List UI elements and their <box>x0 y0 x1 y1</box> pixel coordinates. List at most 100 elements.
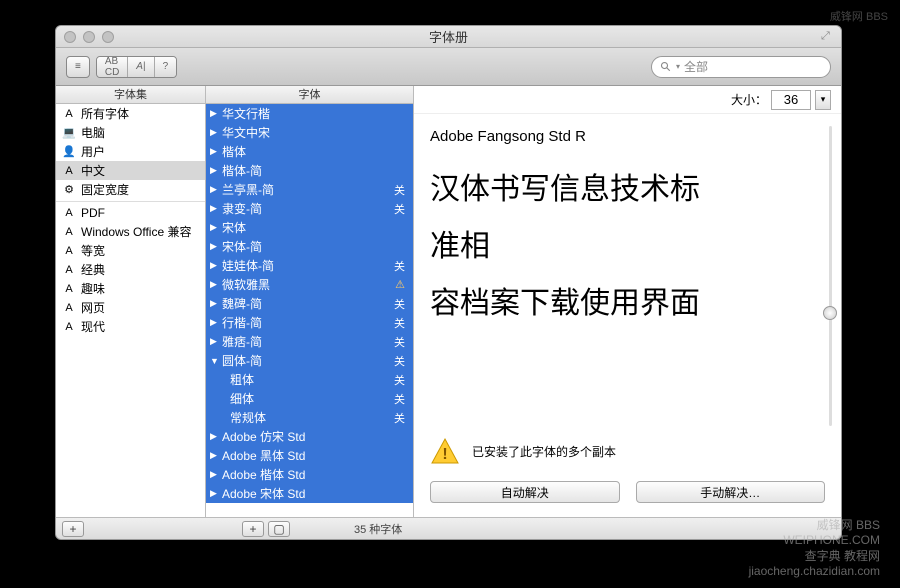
collection-icon: A <box>62 263 76 277</box>
add-collection-button[interactable]: + <box>62 521 84 537</box>
status-text: 35 种字体 <box>354 521 402 537</box>
font-name: Adobe Fangsong Std R <box>430 128 825 145</box>
font-item[interactable]: ▶行楷-简关 <box>206 313 413 332</box>
toolbar: ≡ ABCD A| ? ▾ 全部 <box>56 48 841 86</box>
font-item[interactable]: ▶楷体-简 <box>206 161 413 180</box>
font-item[interactable]: ▼圆体-简关 <box>206 351 413 370</box>
font-label: 粗体 <box>230 371 254 388</box>
font-item[interactable]: 常规体 关 <box>206 408 413 427</box>
disclosure-triangle-icon[interactable]: ▶ <box>210 146 220 157</box>
collection-label: 中文 <box>81 162 105 179</box>
disclosure-triangle-icon[interactable]: ▶ <box>210 336 220 347</box>
view-mode-group: ABCD A| ? <box>96 56 177 78</box>
disclosure-triangle-icon[interactable]: ▶ <box>210 317 220 328</box>
size-slider[interactable] <box>823 126 837 426</box>
disclosure-triangle-icon[interactable]: ▶ <box>210 450 220 461</box>
collection-label: 固定宽度 <box>81 181 129 198</box>
collection-item[interactable]: A现代 <box>56 317 205 336</box>
collections-list[interactable]: A所有字体💻电脑👤用户A中文⚙固定宽度APDFAWindows Office 兼… <box>56 104 205 517</box>
font-label: 华文中宋 <box>222 124 270 141</box>
window-title: 字体册 <box>56 27 841 46</box>
slider-thumb[interactable] <box>823 306 837 320</box>
collection-icon: A <box>62 107 76 121</box>
font-label: 常规体 <box>230 409 266 426</box>
collection-item[interactable]: A趣味 <box>56 279 205 298</box>
collection-icon: 👤 <box>62 145 76 159</box>
font-item[interactable]: ▶魏碑-简关 <box>206 294 413 313</box>
collection-item[interactable]: AWindows Office 兼容 <box>56 222 205 241</box>
collection-label: 趣味 <box>81 280 105 297</box>
collection-item[interactable]: APDF <box>56 201 205 222</box>
font-badge: 关 <box>394 410 405 426</box>
svg-text:!: ! <box>442 446 447 463</box>
disclosure-triangle-icon[interactable]: ▶ <box>210 184 220 195</box>
font-label: Adobe 仿宋 Std <box>222 428 305 445</box>
disclosure-triangle-icon[interactable]: ▶ <box>210 488 220 499</box>
disclosure-triangle-icon[interactable]: ▼ <box>210 356 220 366</box>
size-input[interactable] <box>771 90 811 110</box>
collection-item[interactable]: A中文 <box>56 161 205 180</box>
font-item[interactable]: ▶Adobe 仿宋 Std <box>206 427 413 446</box>
font-label: Adobe 宋体 Std <box>222 485 305 502</box>
font-badge: ⚠ <box>395 278 405 291</box>
disclosure-triangle-icon[interactable]: ▶ <box>210 260 220 271</box>
font-label: 兰亭黑-简 <box>222 181 274 198</box>
auto-resolve-button[interactable]: 自动解决 <box>430 481 620 503</box>
disclosure-triangle-icon[interactable]: ▶ <box>210 108 220 119</box>
disclosure-triangle-icon[interactable]: ▶ <box>210 203 220 214</box>
font-item[interactable]: ▶Adobe 宋体 Std <box>206 484 413 503</box>
collection-icon: A <box>62 206 76 220</box>
disclosure-triangle-icon[interactable]: ▶ <box>210 222 220 233</box>
disclosure-triangle-icon[interactable]: ▶ <box>210 469 220 480</box>
font-item[interactable]: ▶兰亭黑-简关 <box>206 180 413 199</box>
disclosure-triangle-icon[interactable]: ▶ <box>210 298 220 309</box>
font-book-window: 字体册 ⤢ ≡ ABCD A| ? ▾ 全部 字体集 A所有字体💻电脑👤用户A中… <box>55 25 842 540</box>
font-badge: 关 <box>394 353 405 369</box>
fullscreen-icon[interactable]: ⤢ <box>821 30 835 44</box>
fonts-list[interactable]: ▶华文行楷▶华文中宋▶楷体▶楷体-简▶兰亭黑-简关▶隶变-简关▶宋体▶宋体-简▶… <box>206 104 413 517</box>
collection-item[interactable]: A等宽 <box>56 241 205 260</box>
font-item[interactable]: ▶雅痞-简关 <box>206 332 413 351</box>
preview-column: 大小： ▾ Adobe Fangsong Std R 汉体书写信息技术标 准相 … <box>414 86 841 517</box>
collection-item[interactable]: 👤用户 <box>56 142 205 161</box>
font-item[interactable]: ▶华文行楷 <box>206 104 413 123</box>
disclosure-triangle-icon[interactable]: ▶ <box>210 241 220 252</box>
resolve-buttons: 自动解决 手动解决… <box>414 475 841 517</box>
font-item[interactable]: ▶Adobe 楷体 Std <box>206 465 413 484</box>
font-item[interactable]: ▶楷体 <box>206 142 413 161</box>
search-field[interactable]: ▾ 全部 <box>651 56 831 78</box>
font-item[interactable]: ▶Adobe 黑体 Std <box>206 446 413 465</box>
manual-resolve-button[interactable]: 手动解决… <box>636 481 826 503</box>
add-font-button[interactable]: + <box>242 521 264 537</box>
font-item[interactable]: ▶隶变-简关 <box>206 199 413 218</box>
collection-item[interactable]: A网页 <box>56 298 205 317</box>
collection-item[interactable]: ⚙固定宽度 <box>56 180 205 199</box>
size-stepper[interactable]: ▾ <box>815 90 831 110</box>
collection-label: 网页 <box>81 299 105 316</box>
collection-item[interactable]: A经典 <box>56 260 205 279</box>
font-item[interactable]: ▶宋体 <box>206 218 413 237</box>
font-item[interactable]: 细体关 <box>206 389 413 408</box>
collection-item[interactable]: A所有字体 <box>56 104 205 123</box>
size-label: 大小： <box>731 91 767 108</box>
font-item[interactable]: ▶宋体-简 <box>206 237 413 256</box>
disclosure-triangle-icon[interactable]: ▶ <box>210 165 220 176</box>
font-item[interactable]: ▶华文中宋 <box>206 123 413 142</box>
disclosure-triangle-icon[interactable]: ▶ <box>210 431 220 442</box>
disclosure-triangle-icon[interactable]: ▶ <box>210 279 220 290</box>
disclosure-triangle-icon[interactable]: ▶ <box>210 127 220 138</box>
view-list-button[interactable]: ≡ <box>66 56 90 78</box>
font-label: 楷体-简 <box>222 162 262 179</box>
collection-icon: A <box>62 225 76 239</box>
font-item[interactable]: ▶娃娃体-简关 <box>206 256 413 275</box>
collection-item[interactable]: 💻电脑 <box>56 123 205 142</box>
collection-label: 现代 <box>81 318 105 335</box>
search-dropdown-icon[interactable]: ▾ <box>676 62 680 71</box>
view-sample-button[interactable]: ABCD <box>97 57 128 77</box>
font-item[interactable]: ▶微软雅黑⚠ <box>206 275 413 294</box>
view-help-button[interactable]: ? <box>155 57 177 77</box>
disable-font-button[interactable]: ▢ <box>268 521 290 537</box>
font-item[interactable]: 粗体关 <box>206 370 413 389</box>
collections-column: 字体集 A所有字体💻电脑👤用户A中文⚙固定宽度APDFAWindows Offi… <box>56 86 206 517</box>
view-info-button[interactable]: A| <box>128 57 154 77</box>
